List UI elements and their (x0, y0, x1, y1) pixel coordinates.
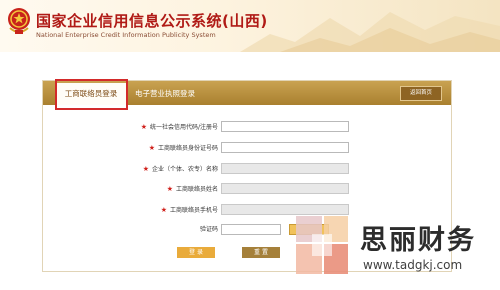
tab-e-license-login[interactable]: 电子营业执照登录 (135, 83, 195, 105)
mountain-pattern (240, 12, 500, 52)
required-marker: ★ (140, 123, 147, 131)
credit-code-input[interactable] (221, 121, 349, 132)
field-credit-code: ★ 统一社会信用代码/注册号 (43, 121, 451, 133)
tab-highlight-annotation (55, 79, 128, 110)
brand-watermark: 思丽财务 www.tadgkj.com (290, 212, 500, 290)
field-label: 统一社会信用代码/注册号 (149, 124, 218, 131)
captcha-input[interactable] (221, 224, 281, 235)
brand-url: www.tadgkj.com (363, 258, 463, 272)
field-label: 工商联络员姓名 (175, 186, 218, 193)
brand-logo-icon (296, 216, 348, 274)
required-marker: ★ (166, 185, 173, 193)
required-marker: ★ (160, 206, 167, 214)
field-label: 工商联络员手机号 (169, 207, 218, 214)
field-id-number: ★ 工商联络员身份证号码 (43, 142, 451, 154)
id-number-input[interactable] (221, 142, 349, 153)
captcha-label: 验证码 (199, 226, 218, 233)
national-emblem-icon (8, 8, 30, 34)
site-title: 国家企业信用信息公示系统(山西) (36, 12, 268, 30)
required-marker: ★ (148, 144, 155, 152)
field-enterprise-name: ★ 企业（个体、农专）名称 (43, 163, 451, 175)
brand-name: 思丽财务 (360, 225, 476, 256)
back-home-button[interactable]: 返回首页 (400, 86, 442, 101)
reset-button[interactable]: 重 置 (242, 247, 280, 258)
field-label: 工商联络员身份证号码 (157, 145, 218, 152)
field-liaison-name: ★ 工商联络员姓名 (43, 183, 451, 195)
required-marker: ★ (142, 165, 149, 173)
site-header: 国家企业信用信息公示系统(山西) National Enterprise Cre… (0, 0, 500, 52)
liaison-name-input (221, 183, 349, 194)
site-subtitle: National Enterprise Credit Information P… (36, 31, 216, 39)
enterprise-name-input (221, 163, 349, 174)
login-button[interactable]: 登 录 (177, 247, 215, 258)
field-label: 企业（个体、农专）名称 (151, 166, 218, 173)
